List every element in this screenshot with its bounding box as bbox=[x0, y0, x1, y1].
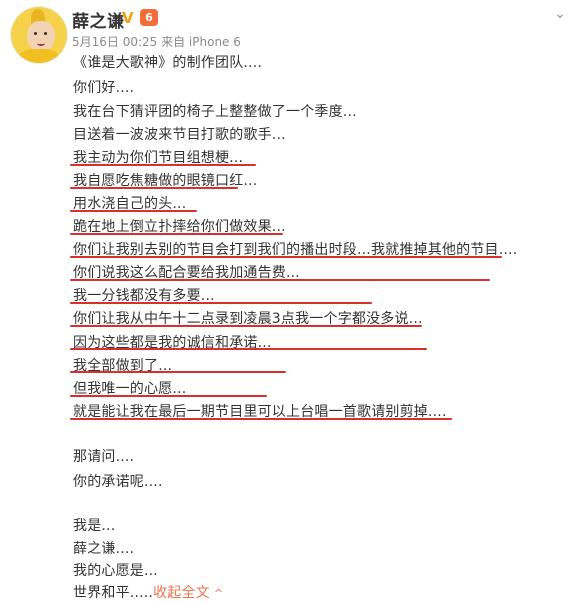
username[interactable]: 薛之谦 bbox=[72, 7, 125, 32]
chevron-down-icon[interactable]: ⌄ bbox=[550, 4, 570, 24]
post-line: 薛之谦.... bbox=[73, 541, 135, 557]
red-underline bbox=[70, 395, 267, 397]
post-line: 我是... bbox=[73, 518, 116, 534]
red-underline bbox=[70, 348, 427, 350]
post-line: 我在台下猜评团的椅子上整整做了一个季度... bbox=[73, 104, 357, 120]
post-line: 我的心愿是... bbox=[73, 563, 158, 579]
post-line: 你的承诺呢.... bbox=[73, 474, 163, 490]
red-underline bbox=[70, 187, 238, 189]
vip-level-icon: 6 bbox=[140, 9, 158, 26]
avatar[interactable] bbox=[11, 7, 67, 63]
red-underline bbox=[70, 279, 490, 281]
red-underline bbox=[70, 325, 422, 327]
post-line: 目送着一波波来节目打歌的歌手... bbox=[73, 127, 286, 143]
red-underline bbox=[70, 233, 283, 235]
post-line: 那请问.... bbox=[73, 449, 135, 465]
post-meta: 5月16日 00:25 来自 iPhone 6 bbox=[72, 35, 241, 49]
red-underline bbox=[70, 371, 286, 373]
post-line: 你们好.... bbox=[73, 80, 135, 96]
red-underline bbox=[70, 164, 256, 166]
red-underline bbox=[70, 210, 197, 212]
up-arrow-icon: ^ bbox=[213, 587, 224, 600]
red-underline bbox=[70, 256, 502, 258]
red-underline bbox=[70, 418, 452, 420]
red-underline bbox=[70, 302, 372, 304]
collapse-full-text-link[interactable]: 收起全文 ^ bbox=[153, 582, 223, 602]
collapse-label: 收起全文 bbox=[153, 585, 210, 601]
avatar-costume bbox=[19, 49, 59, 63]
avatar-eye bbox=[44, 32, 47, 35]
verified-badge-icon: V bbox=[122, 9, 134, 27]
post-line: 《谁是大歌神》的制作团队.... bbox=[73, 55, 262, 71]
post-line: 世界和平..... bbox=[73, 585, 154, 601]
avatar-face bbox=[27, 21, 55, 51]
avatar-mouth bbox=[37, 41, 45, 46]
avatar-eye bbox=[34, 32, 37, 35]
